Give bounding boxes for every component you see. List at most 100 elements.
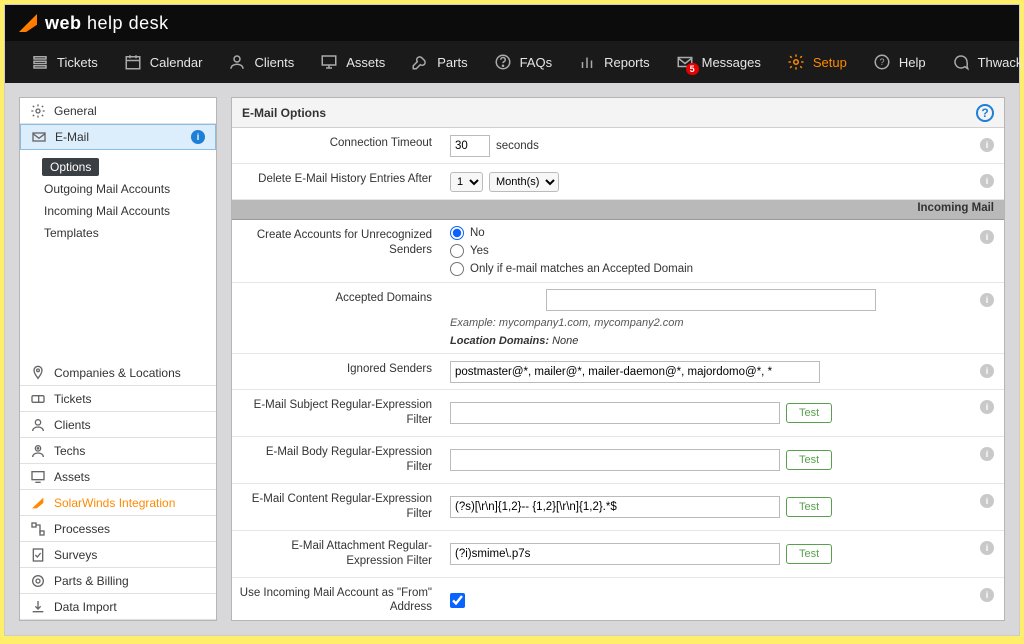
sidebar-item-data-import[interactable]: Data Import <box>20 594 216 620</box>
settings-sidebar: General E-Mail i Options Outgoing Mail A… <box>19 97 217 621</box>
sidebar-general-label: General <box>54 104 97 118</box>
nav-calendar[interactable]: Calendar <box>112 41 215 83</box>
info-icon[interactable]: i <box>980 588 994 602</box>
help-button[interactable]: ? <box>976 104 994 122</box>
gear-icon <box>30 103 46 119</box>
sidebar-item-assets[interactable]: Assets <box>20 464 216 490</box>
sidebar-sub-templates[interactable]: Templates <box>32 222 216 244</box>
nav-tickets[interactable]: Tickets <box>19 41 110 83</box>
radio-only-input[interactable] <box>450 262 464 276</box>
sidebar-item-parts-billing[interactable]: Parts & Billing <box>20 568 216 594</box>
content-filter-test-button[interactable]: Test <box>786 497 832 517</box>
info-icon[interactable]: i <box>980 230 994 244</box>
radio-no-input[interactable] <box>450 226 464 240</box>
nav-messages[interactable]: Messages 5 <box>664 41 773 83</box>
sidebar-techs-label: Techs <box>54 444 85 458</box>
sidebar-sub-outgoing[interactable]: Outgoing Mail Accounts <box>32 178 216 200</box>
nav-clients[interactable]: Clients <box>216 41 306 83</box>
sidebar-solarwinds-label: SolarWinds Integration <box>54 496 175 510</box>
body-filter-label: E-Mail Body Regular-Expression Filter <box>232 437 442 483</box>
radio-only-label: Only if e-mail matches an Accepted Domai… <box>470 263 693 275</box>
nav-parts[interactable]: Parts <box>399 41 479 83</box>
sidebar-item-general[interactable]: General <box>20 98 216 124</box>
list-icon <box>31 53 49 71</box>
calendar-icon <box>124 53 142 71</box>
subject-filter-input[interactable] <box>450 402 780 424</box>
info-icon[interactable]: i <box>980 138 994 152</box>
nav-reports[interactable]: Reports <box>566 41 662 83</box>
sidebar-sub-incoming[interactable]: Incoming Mail Accounts <box>32 200 216 222</box>
sidebar-item-processes[interactable]: Processes <box>20 516 216 542</box>
nav-help[interactable]: ? Help <box>861 41 938 83</box>
envelope-icon <box>31 129 47 145</box>
row-connection-timeout: Connection Timeout seconds i <box>232 128 1004 164</box>
attachment-filter-input[interactable] <box>450 543 780 565</box>
sidebar-companies-label: Companies & Locations <box>54 366 181 380</box>
sidebar-item-solarwinds[interactable]: SolarWinds Integration <box>20 490 216 516</box>
sidebar-sub-options[interactable]: Options <box>42 158 99 176</box>
gear-icon <box>787 53 805 71</box>
top-header: web help desk <box>5 5 1019 41</box>
sidebar-item-techs[interactable]: Techs <box>20 438 216 464</box>
brand-name: web help desk <box>45 13 169 34</box>
sidebar-processes-label: Processes <box>54 522 110 536</box>
body-filter-input[interactable] <box>450 449 780 471</box>
attachment-filter-label: E-Mail Attachment Regular-Expression Fil… <box>232 531 442 577</box>
ignored-senders-input[interactable] <box>450 361 820 383</box>
timeout-input[interactable] <box>450 135 490 157</box>
sidebar-tickets-label: Tickets <box>54 392 92 406</box>
row-body-filter: E-Mail Body Regular-Expression Filter Te… <box>232 437 1004 484</box>
sidebar-data-import-label: Data Import <box>54 600 117 614</box>
info-icon[interactable]: i <box>980 364 994 378</box>
nav-tickets-label: Tickets <box>57 55 98 70</box>
flow-icon <box>30 521 46 537</box>
nav-setup-label: Setup <box>813 55 847 70</box>
sidebar-item-tickets[interactable]: Tickets <box>20 386 216 412</box>
accepted-domains-input[interactable] <box>546 289 876 311</box>
messages-badge: 5 <box>686 63 699 75</box>
info-icon[interactable]: i <box>980 174 994 188</box>
info-icon[interactable]: i <box>191 130 205 144</box>
radio-no[interactable]: No <box>450 226 693 240</box>
radio-yes-input[interactable] <box>450 244 464 258</box>
delete-history-unit-select[interactable]: Month(s) <box>489 172 559 192</box>
info-icon[interactable]: i <box>980 447 994 461</box>
row-attachment-filter: E-Mail Attachment Regular-Expression Fil… <box>232 531 1004 578</box>
content-filter-label: E-Mail Content Regular-Expression Filter <box>232 484 442 530</box>
sidebar-item-clients[interactable]: Clients <box>20 412 216 438</box>
content-filter-input[interactable] <box>450 496 780 518</box>
nav-thwack[interactable]: Thwack <box>940 41 1024 83</box>
sidebar-item-companies[interactable]: Companies & Locations <box>20 360 216 386</box>
nav-assets-label: Assets <box>346 55 385 70</box>
nav-help-label: Help <box>899 55 926 70</box>
sidebar-parts-billing-label: Parts & Billing <box>54 574 129 588</box>
nav-reports-label: Reports <box>604 55 650 70</box>
delete-history-num-select[interactable]: 1 <box>450 172 483 192</box>
attachment-filter-test-button[interactable]: Test <box>786 544 832 564</box>
main-panel: E-Mail Options ? Connection Timeout seco… <box>231 97 1005 621</box>
info-icon[interactable]: i <box>980 494 994 508</box>
radio-yes-label: Yes <box>470 245 489 257</box>
nav-assets[interactable]: Assets <box>308 41 397 83</box>
radio-no-label: No <box>470 227 485 239</box>
info-icon[interactable]: i <box>980 400 994 414</box>
nav-calendar-label: Calendar <box>150 55 203 70</box>
radio-yes[interactable]: Yes <box>450 244 693 258</box>
bar-chart-icon <box>578 53 596 71</box>
body-filter-test-button[interactable]: Test <box>786 450 832 470</box>
row-subject-filter: E-Mail Subject Regular-Expression Filter… <box>232 390 1004 437</box>
nav-messages-label: Messages <box>702 55 761 70</box>
use-from-checkbox[interactable] <box>450 593 465 608</box>
brand-name-a: web <box>45 13 82 33</box>
nav-faqs[interactable]: FAQs <box>482 41 565 83</box>
nav-setup[interactable]: Setup <box>775 41 859 83</box>
panel-title: E-Mail Options <box>242 106 326 120</box>
row-use-from: Use Incoming Mail Account as "From" Addr… <box>232 578 1004 621</box>
sidebar-item-email[interactable]: E-Mail i <box>20 124 216 150</box>
radio-only[interactable]: Only if e-mail matches an Accepted Domai… <box>450 262 693 276</box>
info-icon[interactable]: i <box>980 293 994 307</box>
monitor-icon <box>320 53 338 71</box>
subject-filter-test-button[interactable]: Test <box>786 403 832 423</box>
info-icon[interactable]: i <box>980 541 994 555</box>
sidebar-item-surveys[interactable]: Surveys <box>20 542 216 568</box>
